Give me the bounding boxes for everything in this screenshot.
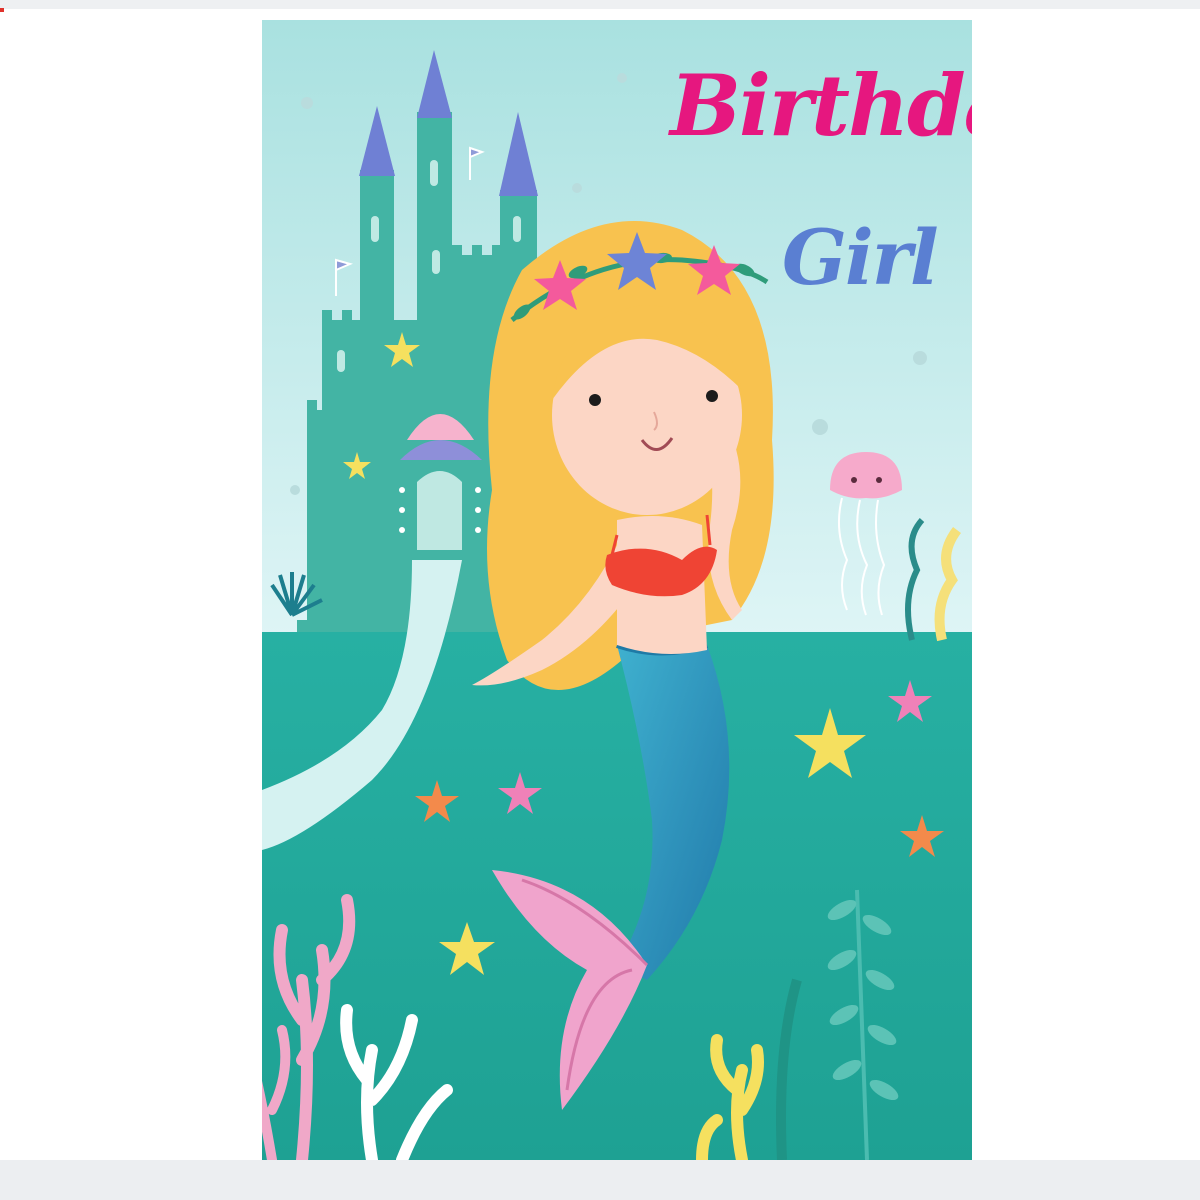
card-title-birthday: Birthday — [670, 56, 972, 155]
birthday-card-image: Birthday Girl — [262, 20, 972, 1160]
card-illustration — [262, 20, 972, 1160]
top-rule — [0, 0, 1200, 9]
card-title-girl: Girl — [782, 213, 939, 302]
corner-mark — [0, 8, 4, 12]
bottom-rule — [0, 1160, 1200, 1200]
